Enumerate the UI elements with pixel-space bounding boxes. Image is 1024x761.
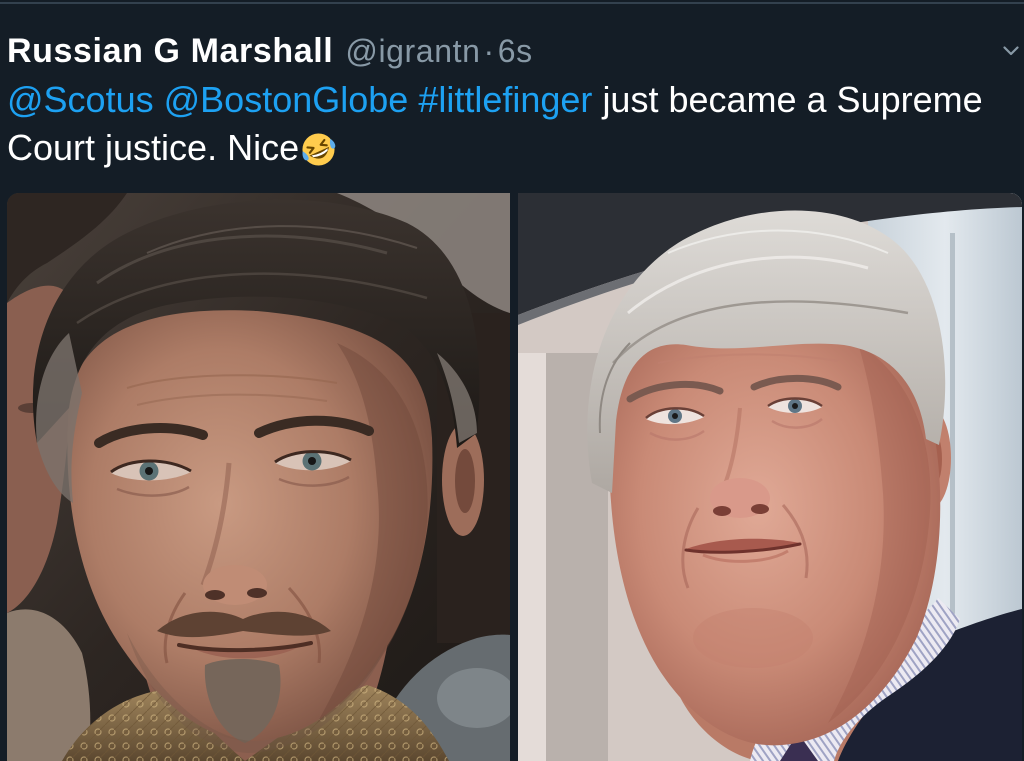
- top-divider: [0, 2, 1024, 4]
- photo-right[interactable]: [518, 193, 1022, 761]
- meta-separator: ·: [483, 33, 495, 69]
- tweet-timestamp[interactable]: 6s: [498, 31, 533, 71]
- photo-left[interactable]: [7, 193, 510, 761]
- tweet-text-line2: Court justice. Nice: [7, 127, 300, 168]
- tweet-text: @Scotus @BostonGlobe #littlefinger just …: [7, 76, 983, 172]
- tweet-text-line1: just became a Supreme: [602, 79, 983, 120]
- tweet-header: Russian G Marshall @igrantn · 6s: [7, 31, 533, 71]
- author-handle[interactable]: @igrantn: [345, 31, 480, 71]
- mention-bostonglobe[interactable]: @BostonGlobe: [164, 79, 409, 120]
- media-grid: [7, 193, 1022, 761]
- rolling-on-the-floor-laughing-emoji-icon: [301, 132, 336, 167]
- author-name[interactable]: Russian G Marshall: [7, 31, 333, 71]
- hashtag-link[interactable]: #littlefinger: [418, 79, 592, 120]
- chevron-down-icon[interactable]: [1003, 46, 1019, 56]
- mention-scotus[interactable]: @Scotus: [7, 79, 154, 120]
